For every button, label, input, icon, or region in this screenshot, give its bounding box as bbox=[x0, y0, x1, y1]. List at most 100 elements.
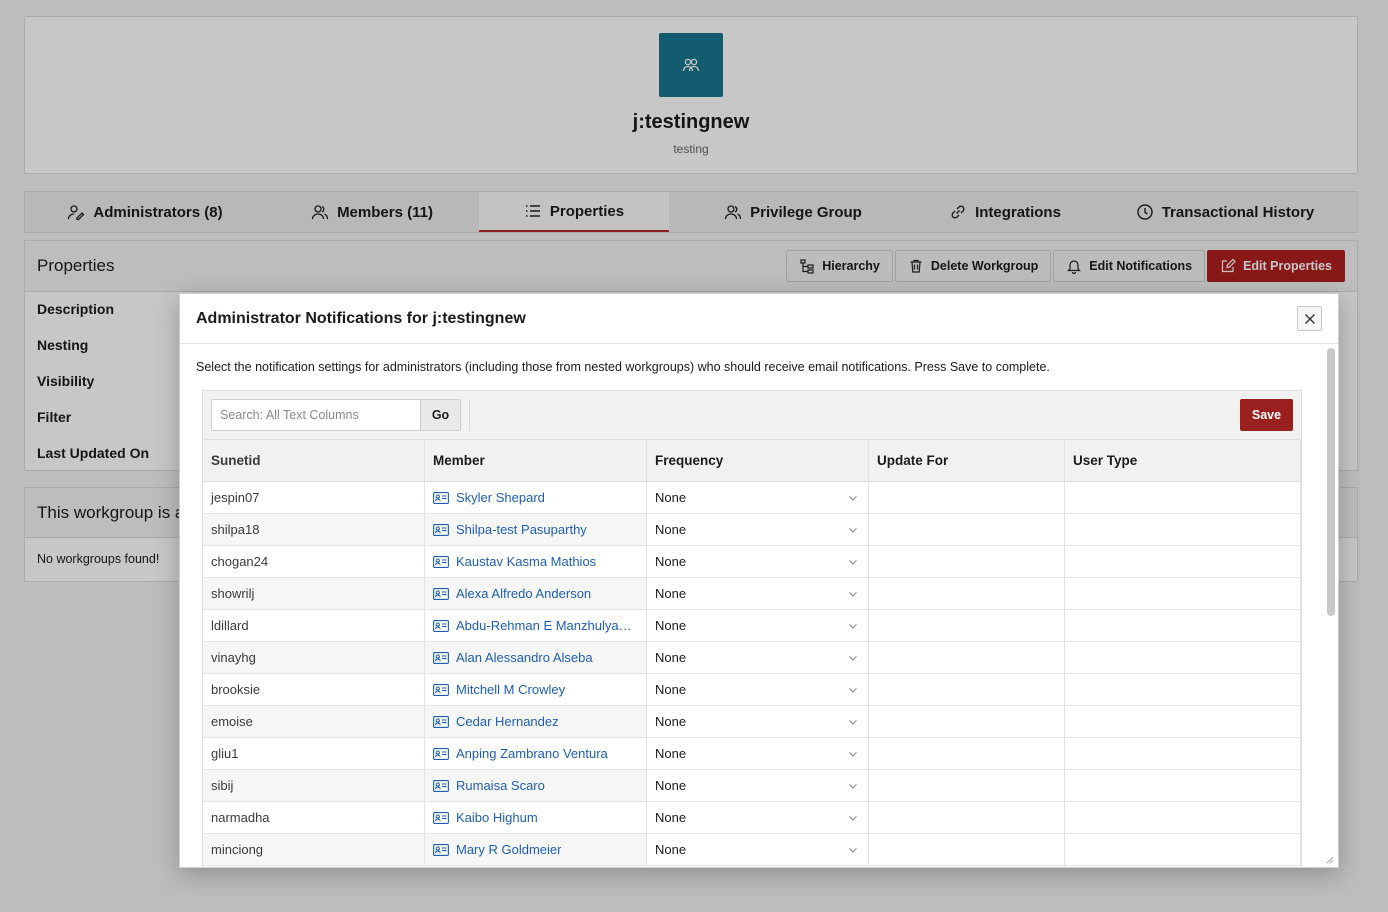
frequency-select[interactable]: None bbox=[647, 674, 869, 705]
user-type-cell[interactable] bbox=[1065, 706, 1301, 737]
member-link[interactable]: Anping Zambrano Ventura bbox=[433, 746, 608, 761]
user-type-cell[interactable] bbox=[1065, 482, 1301, 513]
frequency-value: None bbox=[655, 810, 687, 825]
chevron-down-icon bbox=[849, 559, 857, 565]
table-row: gliu1 Anping Zambrano Ventura None bbox=[203, 738, 1301, 770]
member-link[interactable]: Alan Alessandro Alseba bbox=[433, 650, 593, 665]
member-name: Mary R Goldmeier bbox=[456, 842, 562, 857]
frequency-select[interactable]: None bbox=[647, 642, 869, 673]
member-link[interactable]: Kaustav Kasma Mathios bbox=[433, 554, 596, 569]
frequency-select[interactable]: None bbox=[647, 706, 869, 737]
frequency-select[interactable]: None bbox=[647, 482, 869, 513]
update-for-cell[interactable] bbox=[869, 802, 1065, 833]
table-row: sibij Rumaisa Scaro None bbox=[203, 770, 1301, 802]
frequency-value: None bbox=[655, 650, 687, 665]
chevron-down-icon bbox=[849, 623, 857, 629]
update-for-cell[interactable] bbox=[869, 770, 1065, 801]
column-header-frequency[interactable]: Frequency bbox=[647, 440, 869, 481]
member-link[interactable]: Shilpa-test Pasuparthy bbox=[433, 522, 587, 537]
user-type-cell[interactable] bbox=[1065, 642, 1301, 673]
update-for-cell[interactable] bbox=[869, 610, 1065, 641]
frequency-value: None bbox=[655, 714, 687, 729]
sunetid-cell: sibij bbox=[203, 770, 425, 801]
table-row: emoise Cedar Hernandez None bbox=[203, 706, 1301, 738]
user-type-cell[interactable] bbox=[1065, 514, 1301, 545]
chevron-down-icon bbox=[849, 847, 857, 853]
member-link[interactable]: Cedar Hernandez bbox=[433, 714, 559, 729]
frequency-select[interactable]: None bbox=[647, 738, 869, 769]
update-for-cell[interactable] bbox=[869, 546, 1065, 577]
member-link[interactable]: Skyler Shepard bbox=[433, 490, 545, 505]
user-type-cell[interactable] bbox=[1065, 578, 1301, 609]
member-link[interactable]: Abdu-Rehman E Manzhulya… bbox=[433, 618, 632, 633]
member-name: Cedar Hernandez bbox=[456, 714, 559, 729]
update-for-cell[interactable] bbox=[869, 738, 1065, 769]
contact-card-icon bbox=[433, 523, 449, 536]
column-header-member[interactable]: Member bbox=[425, 440, 647, 481]
frequency-select[interactable]: None bbox=[647, 834, 869, 865]
member-link[interactable]: Mitchell M Crowley bbox=[433, 682, 565, 697]
user-type-cell[interactable] bbox=[1065, 738, 1301, 769]
frequency-value: None bbox=[655, 490, 687, 505]
frequency-select[interactable]: None bbox=[647, 802, 869, 833]
column-header-sunetid[interactable]: Sunetid bbox=[203, 440, 425, 481]
user-type-cell[interactable] bbox=[1065, 674, 1301, 705]
sunetid-cell: shilpa18 bbox=[203, 514, 425, 545]
sunetid-cell: vinayhg bbox=[203, 642, 425, 673]
user-type-cell[interactable] bbox=[1065, 802, 1301, 833]
sunetid-cell: narmadha bbox=[203, 802, 425, 833]
table-row: minciong Mary R Goldmeier None bbox=[203, 834, 1301, 866]
frequency-value: None bbox=[655, 586, 687, 601]
update-for-cell[interactable] bbox=[869, 834, 1065, 865]
table-row: ldillard Abdu-Rehman E Manzhulya… None bbox=[203, 610, 1301, 642]
search-input[interactable] bbox=[211, 399, 421, 431]
user-type-cell[interactable] bbox=[1065, 546, 1301, 577]
member-cell: Mitchell M Crowley bbox=[425, 674, 647, 705]
update-for-cell[interactable] bbox=[869, 642, 1065, 673]
frequency-select[interactable]: None bbox=[647, 514, 869, 545]
contact-card-icon bbox=[433, 843, 449, 856]
frequency-select[interactable]: None bbox=[647, 770, 869, 801]
update-for-cell[interactable] bbox=[869, 674, 1065, 705]
go-button[interactable]: Go bbox=[420, 399, 461, 431]
chevron-down-icon bbox=[849, 591, 857, 597]
column-header-user-type[interactable]: User Type bbox=[1065, 440, 1301, 481]
close-button[interactable] bbox=[1297, 306, 1322, 331]
dialog-scrollbar[interactable] bbox=[1327, 348, 1335, 616]
member-link[interactable]: Kaibo Highum bbox=[433, 810, 538, 825]
frequency-value: None bbox=[655, 554, 687, 569]
resize-grip-icon[interactable] bbox=[1326, 856, 1334, 864]
sunetid-cell: brooksie bbox=[203, 674, 425, 705]
table-row: shilpa18 Shilpa-test Pasuparthy None bbox=[203, 514, 1301, 546]
member-link[interactable]: Mary R Goldmeier bbox=[433, 842, 561, 857]
sunetid-cell: ldillard bbox=[203, 610, 425, 641]
column-header-update-for[interactable]: Update For bbox=[869, 440, 1065, 481]
member-name: Alexa Alfredo Anderson bbox=[456, 586, 592, 601]
update-for-cell[interactable] bbox=[869, 578, 1065, 609]
member-name: Mitchell M Crowley bbox=[456, 682, 566, 697]
member-link[interactable]: Alexa Alfredo Anderson bbox=[433, 586, 591, 601]
table-row: narmadha Kaibo Highum None bbox=[203, 802, 1301, 834]
save-button[interactable]: Save bbox=[1240, 399, 1293, 431]
member-cell: Alexa Alfredo Anderson bbox=[425, 578, 647, 609]
update-for-cell[interactable] bbox=[869, 706, 1065, 737]
member-link[interactable]: Rumaisa Scaro bbox=[433, 778, 545, 793]
frequency-select[interactable]: None bbox=[647, 578, 869, 609]
update-for-cell[interactable] bbox=[869, 514, 1065, 545]
member-name: Rumaisa Scaro bbox=[456, 778, 545, 793]
update-for-cell[interactable] bbox=[869, 482, 1065, 513]
user-type-cell[interactable] bbox=[1065, 834, 1301, 865]
contact-card-icon bbox=[433, 715, 449, 728]
user-type-cell[interactable] bbox=[1065, 770, 1301, 801]
dialog-description: Select the notification settings for adm… bbox=[196, 360, 1050, 374]
contact-card-icon bbox=[433, 587, 449, 600]
member-name: Anping Zambrano Ventura bbox=[456, 746, 608, 761]
frequency-select[interactable]: None bbox=[647, 546, 869, 577]
table-row: brooksie Mitchell M Crowley None bbox=[203, 674, 1301, 706]
member-cell: Kaibo Highum bbox=[425, 802, 647, 833]
contact-card-icon bbox=[433, 651, 449, 664]
user-type-cell[interactable] bbox=[1065, 610, 1301, 641]
frequency-select[interactable]: None bbox=[647, 610, 869, 641]
contact-card-icon bbox=[433, 683, 449, 696]
member-cell: Anping Zambrano Ventura bbox=[425, 738, 647, 769]
